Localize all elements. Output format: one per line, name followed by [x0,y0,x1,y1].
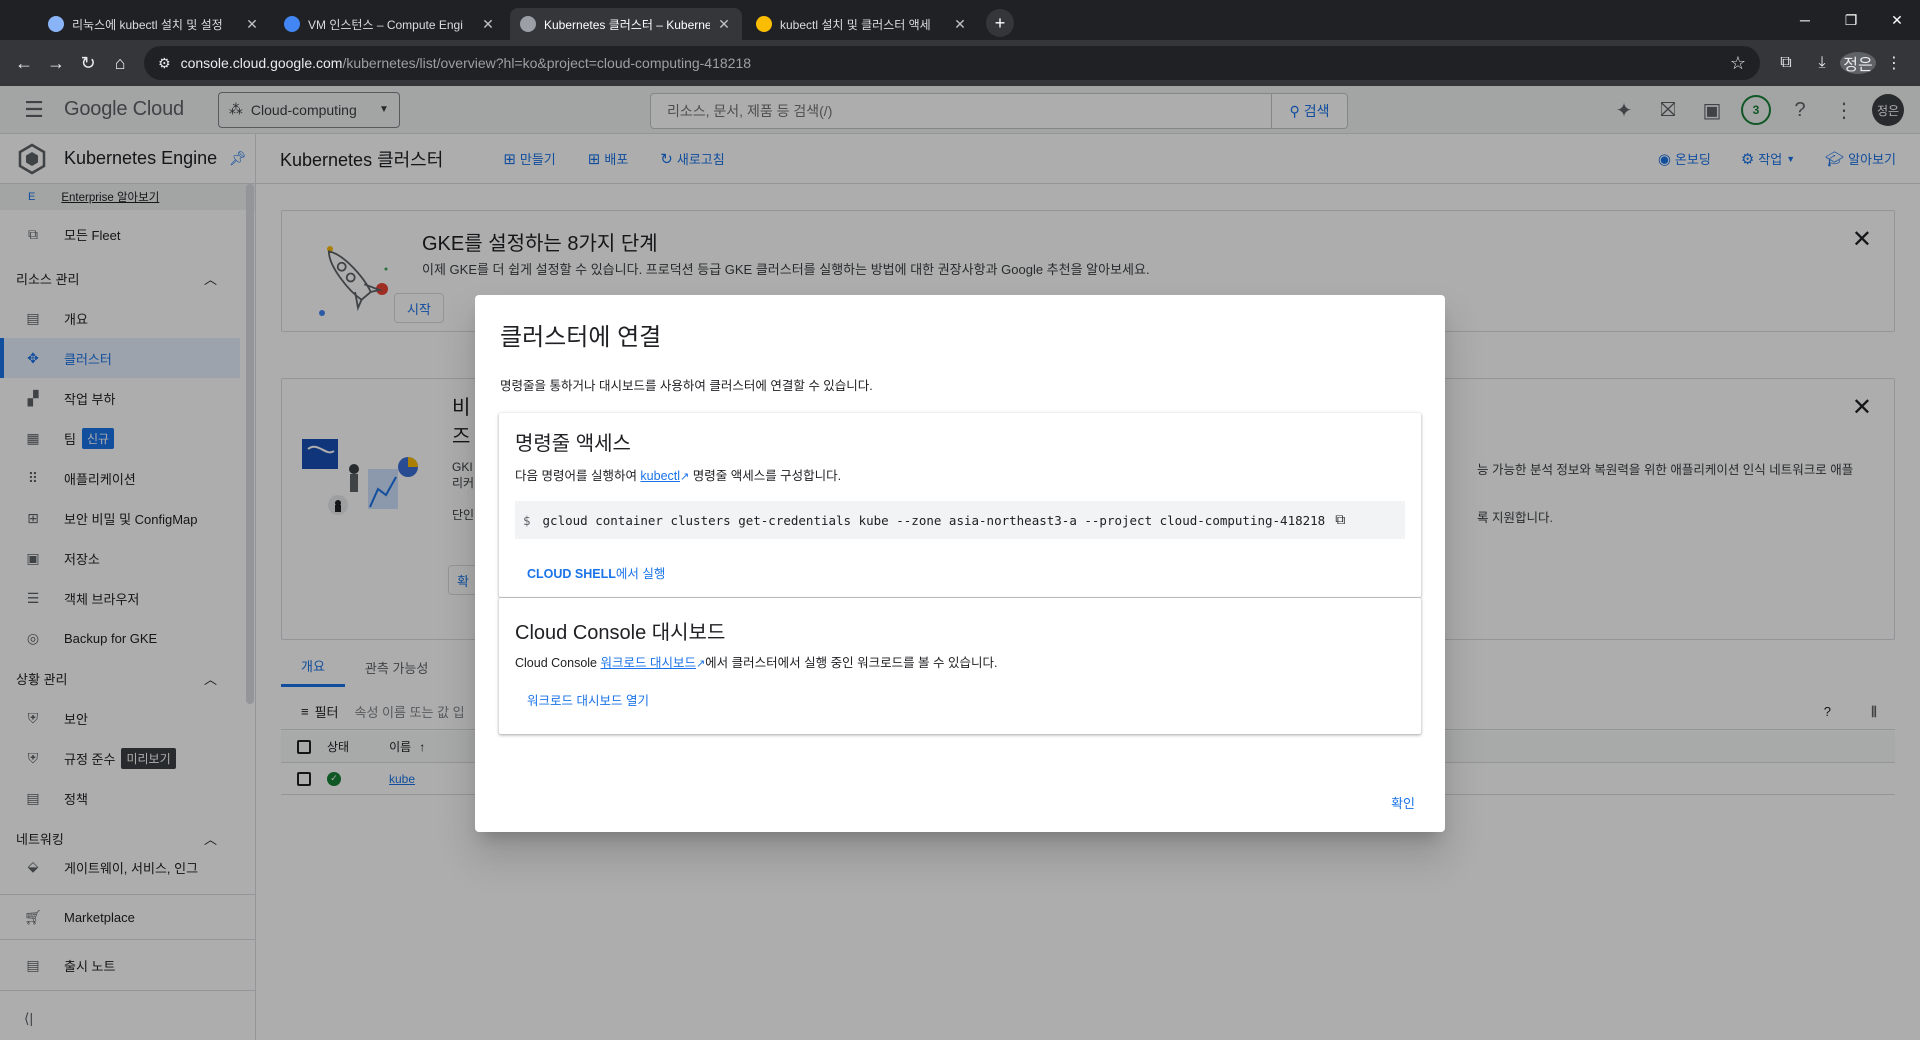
console-section-title: Cloud Console 대시보드 [515,622,726,644]
tab-favicon-icon [284,16,300,32]
tab-title: Kubernetes 클러스터 – Kuberne [544,17,710,32]
kubectl-link[interactable]: kubectl [640,469,680,483]
cli-section-title: 명령줄 액세스 [515,433,631,455]
back-icon[interactable]: ← [8,47,40,79]
external-link-icon: ↗ [695,658,706,670]
url-input[interactable]: ⚙ console.cloud.google.com /kubernetes/l… [144,46,1760,80]
new-tab-button[interactable]: + [986,9,1014,37]
close-tab-icon[interactable]: ✕ [244,16,260,33]
tab-favicon-icon [520,16,536,32]
minimize-icon[interactable]: ─ [1782,0,1828,40]
download-icon[interactable]: ⤓ [1804,54,1840,72]
workload-dashboard-link[interactable]: 워크로드 대시보드 [600,656,695,670]
open-workload-dashboard-button[interactable]: 워크로드 대시보드 열기 [527,690,649,709]
browser-profile-avatar[interactable]: 정은 [1840,52,1876,74]
connect-cluster-dialog: 클러스터에 연결 명령줄을 통하거나 대시보드를 사용하여 클러스터에 연결할 … [475,295,1445,832]
browser-menu-icon[interactable]: ⋮ [1876,53,1912,73]
command-box: $ gcloud container clusters get-credenti… [515,501,1405,539]
extensions-icon[interactable]: ⧉ [1768,54,1804,72]
browser-tab-3[interactable]: Kubernetes 클러스터 – Kuberne ✕ [510,8,742,40]
gcloud-command[interactable]: gcloud container clusters get-credential… [543,513,1326,528]
dialog-subtitle: 명령줄을 통하거나 대시보드를 사용하여 클러스터에 연결할 수 있습니다. [500,379,873,393]
browser-tab-4[interactable]: kubectl 설치 및 클러스터 액세 ✕ [746,8,978,40]
run-label: 에서 실행 [615,567,666,581]
cli-desc-text: 명령줄 액세스를 구성합니다. [689,469,842,483]
browser-tab-1[interactable]: 리눅스에 kubectl 설치 및 설정 ✕ [38,8,270,40]
console-desc-text: Cloud Console [515,656,601,670]
copy-icon[interactable]: ⧉ [1335,512,1345,528]
confirm-button[interactable]: 확인 [1391,793,1415,812]
console-section-description: Cloud Console 워크로드 대시보드↗에서 클러스터에서 실행 중인 … [515,652,997,671]
tab-favicon-icon [48,16,64,32]
home-icon[interactable]: ⌂ [104,47,136,79]
cli-access-section: 명령줄 액세스 다음 명령어를 실행하여 kubectl↗ 명령줄 액세스를 구… [499,413,1421,597]
close-tab-icon[interactable]: ✕ [480,16,496,33]
restore-icon[interactable]: ❐ [1828,0,1874,40]
url-path: /kubernetes/list/overview?hl=ko&project=… [342,55,752,71]
browser-address-bar: ← → ↻ ⌂ ⚙ console.cloud.google.com /kube… [0,40,1920,86]
external-link-icon: ↗ [680,471,690,483]
tab-title: VM 인스턴스 – Compute Engi [308,17,463,32]
forward-icon[interactable]: → [40,47,72,79]
prompt-symbol: $ [523,512,531,528]
cloud-shell-label: CLOUD SHELL [527,567,616,581]
run-in-cloud-shell-button[interactable]: CLOUD SHELL에서 실행 [527,563,665,582]
reload-icon[interactable]: ↻ [72,47,104,79]
site-info-icon[interactable]: ⚙ [158,55,171,72]
url-host: console.cloud.google.com [180,55,343,71]
bookmark-star-icon[interactable]: ☆ [1730,53,1746,74]
close-tab-icon[interactable]: ✕ [716,16,732,33]
browser-tab-bar: 리눅스에 kubectl 설치 및 설정 ✕ VM 인스턴스 – Compute… [0,0,1920,40]
close-window-icon[interactable]: ✕ [1874,0,1920,40]
browser-tab-2[interactable]: VM 인스턴스 – Compute Engi ✕ [274,8,506,40]
tab-title: kubectl 설치 및 클러스터 액세 [780,17,931,32]
cli-desc-text: 다음 명령어를 실행하여 [515,469,641,483]
close-tab-icon[interactable]: ✕ [952,16,968,33]
console-dashboard-section: Cloud Console 대시보드 Cloud Console 워크로드 대시… [499,598,1421,734]
cli-section-description: 다음 명령어를 실행하여 kubectl↗ 명령줄 액세스를 구성합니다. [515,465,841,484]
dialog-title: 클러스터에 연결 [500,324,662,351]
console-desc-text: 에서 클러스터에서 실행 중인 워크로드를 볼 수 있습니다. [705,656,998,670]
window-controls: ─ ❐ ✕ [1782,0,1920,40]
tab-favicon-icon [756,16,772,32]
tab-title: 리눅스에 kubectl 설치 및 설정 [72,17,223,32]
